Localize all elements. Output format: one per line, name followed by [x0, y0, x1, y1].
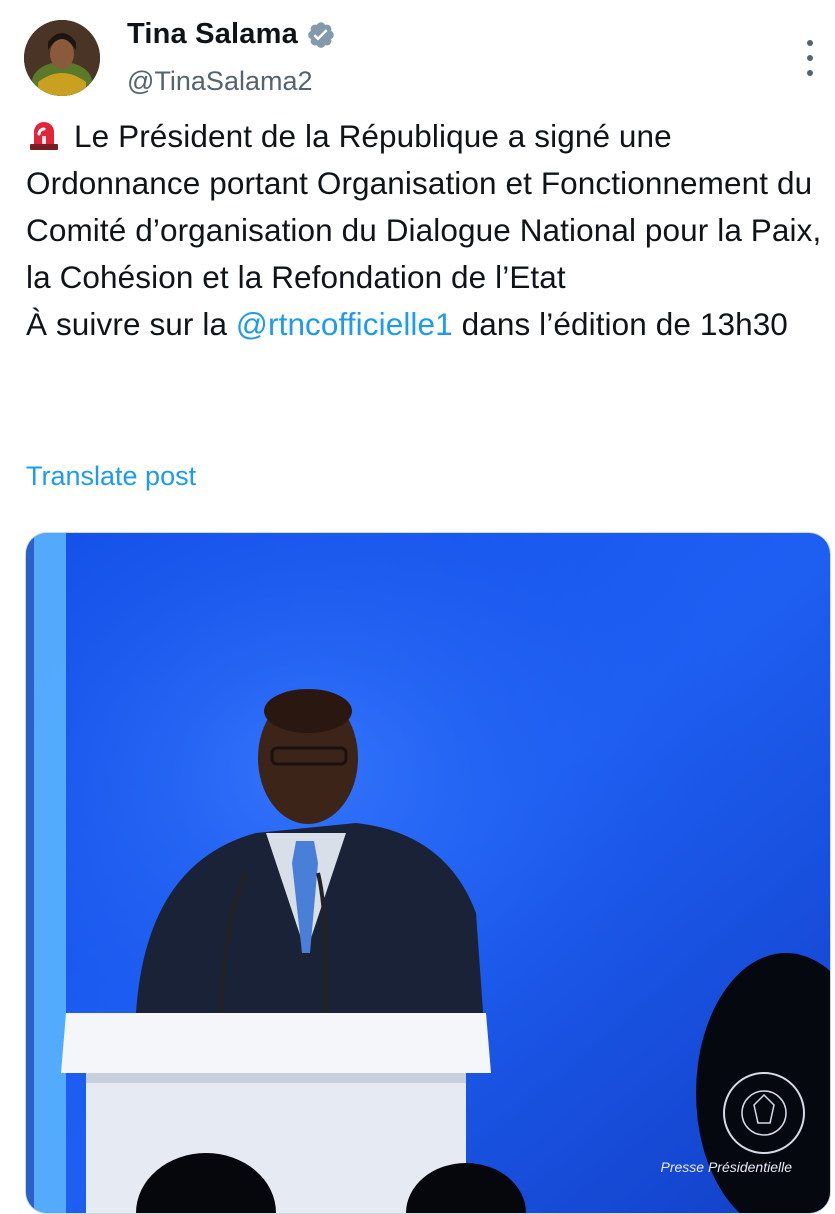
mention-link[interactable]: @rtncofficielle1 — [236, 306, 453, 342]
more-options-button[interactable] — [803, 40, 817, 86]
post-text-line2-after: dans l’édition de 13h30 — [452, 306, 788, 342]
author-handle[interactable]: @TinaSalama2 — [127, 66, 313, 97]
verified-badge-icon — [308, 21, 334, 48]
avatar-image — [24, 20, 100, 96]
more-dot-icon — [807, 55, 813, 61]
more-dot-icon — [807, 70, 813, 76]
rotating-light-icon — [30, 122, 58, 150]
author-display-name[interactable]: Tina Salama — [127, 18, 298, 51]
post-text: Le Président de la République a signé un… — [26, 113, 826, 348]
author-name-row: Tina Salama — [127, 18, 336, 51]
post-body-text: Le Président de la République a signé un… — [26, 118, 822, 295]
post-text-line2-before: À suivre sur la — [26, 306, 236, 342]
translate-post-link[interactable]: Translate post — [26, 461, 196, 492]
post-media-photo[interactable]: Presse Présidentielle — [25, 532, 831, 1214]
author-avatar[interactable] — [24, 20, 100, 96]
photo-watermark: Presse Présidentielle — [660, 1159, 792, 1175]
more-dot-icon — [807, 40, 813, 46]
photo-image — [26, 533, 830, 1213]
